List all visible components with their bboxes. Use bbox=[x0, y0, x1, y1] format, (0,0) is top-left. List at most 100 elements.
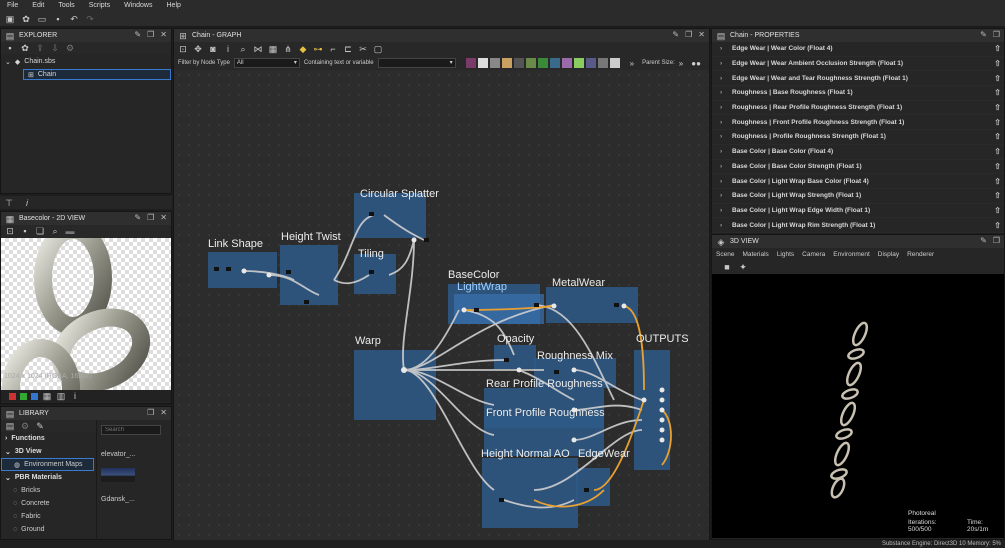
float-icon[interactable]: ❐ bbox=[147, 30, 154, 39]
library-category[interactable]: › Functions bbox=[1, 432, 96, 445]
view3d-menu-environment[interactable]: Environment bbox=[833, 251, 870, 258]
new-folder-icon[interactable]: ▤ bbox=[5, 421, 15, 431]
svg-filter-icon[interactable] bbox=[501, 58, 512, 68]
expose-icon[interactable]: ⇧ bbox=[994, 221, 1001, 230]
search-icon[interactable]: ⌕ bbox=[238, 44, 248, 54]
menu-help[interactable]: Help bbox=[167, 2, 181, 9]
menu-tools[interactable]: Tools bbox=[58, 2, 74, 9]
chevron-down-icon[interactable]: ⌄ bbox=[5, 58, 11, 66]
connect-icon[interactable]: ⊶ bbox=[313, 44, 323, 54]
frame-label-height-twist[interactable]: Height Twist bbox=[281, 231, 341, 243]
open-folder-icon[interactable]: ▭ bbox=[37, 14, 47, 24]
property-row[interactable]: › Base Color | Light Wrap Rim Strength (F… bbox=[712, 218, 1004, 233]
close-icon[interactable]: ✕ bbox=[160, 30, 167, 39]
copy-icon[interactable]: ❏ bbox=[35, 226, 45, 236]
new-substance-icon[interactable]: ✿ bbox=[21, 14, 31, 24]
view3d-menu-renderer[interactable]: Renderer bbox=[907, 251, 934, 258]
expose-icon[interactable]: ⇧ bbox=[994, 191, 1001, 200]
filter-select[interactable]: All ▾ bbox=[233, 58, 300, 68]
pin-icon[interactable]: ✎ bbox=[980, 30, 987, 39]
export-icon[interactable]: ⇩ bbox=[50, 43, 60, 53]
frame-icon[interactable]: ⊡ bbox=[178, 44, 188, 54]
camera-icon[interactable]: ■ bbox=[722, 262, 732, 272]
view3d-menu-scene[interactable]: Scene bbox=[716, 251, 734, 258]
red-channel-icon[interactable] bbox=[9, 392, 16, 400]
view3d-menu-materials[interactable]: Materials bbox=[742, 251, 768, 258]
gradient-filter-icon[interactable] bbox=[537, 58, 548, 68]
pin-icon[interactable]: ✎ bbox=[672, 30, 679, 39]
expose-icon[interactable]: ⇧ bbox=[994, 59, 1001, 68]
package-row[interactable]: ⌄ ◆ Chain.sbs bbox=[1, 56, 171, 67]
property-row[interactable]: › Base Color | Base Color (Float 4) ⇧ bbox=[712, 145, 1004, 160]
info-icon[interactable]: i bbox=[22, 198, 32, 208]
menu-scripts[interactable]: Scripts bbox=[89, 2, 110, 9]
text-filter-input[interactable]: ▾ bbox=[377, 58, 456, 68]
view3d-menu-camera[interactable]: Camera bbox=[802, 251, 825, 258]
more-icon[interactable]: » bbox=[679, 59, 683, 68]
output-filter-icon[interactable] bbox=[609, 58, 620, 68]
shape-filter-icon[interactable] bbox=[585, 58, 596, 68]
frame-label-rear-profile[interactable]: Rear Profile Roughness bbox=[486, 378, 603, 390]
histogram-icon[interactable]: ▥ bbox=[56, 391, 66, 401]
float-icon[interactable]: ❐ bbox=[993, 236, 1000, 245]
expose-icon[interactable]: ⇧ bbox=[994, 74, 1001, 83]
expose-icon[interactable]: ⇧ bbox=[994, 44, 1001, 53]
settings-icon[interactable]: ⚙ bbox=[20, 421, 30, 431]
view2d-canvas[interactable]: 1024 x 1024 (RGBA, 16bpc) bbox=[1, 238, 171, 390]
pixel-filter-icon[interactable] bbox=[525, 58, 536, 68]
light-icon[interactable]: ✦ bbox=[738, 262, 748, 272]
expose-icon[interactable]: ⇧ bbox=[994, 118, 1001, 127]
filter-icon[interactable]: ⊤ bbox=[4, 198, 14, 208]
frame-label-front-profile[interactable]: Front Profile Roughness bbox=[486, 407, 605, 419]
grid-icon[interactable]: ▦ bbox=[268, 44, 278, 54]
frame-label-basecolor[interactable]: BaseColor bbox=[448, 269, 499, 281]
library-item-environment-maps[interactable]: ◍ Environment Maps bbox=[1, 458, 94, 471]
float-icon[interactable]: ❐ bbox=[993, 30, 1000, 39]
expose-icon[interactable]: ⇧ bbox=[994, 103, 1001, 112]
display-icon[interactable]: ▢ bbox=[373, 44, 383, 54]
save-icon[interactable]: ▪ bbox=[53, 14, 63, 24]
property-row[interactable]: › Roughness | Base Roughness (Float 1) ⇧ bbox=[712, 86, 1004, 101]
new-package-icon[interactable]: ▣ bbox=[5, 14, 15, 24]
grid-icon[interactable]: ▦ bbox=[42, 391, 52, 401]
blend-filter-icon[interactable] bbox=[561, 58, 572, 68]
expose-icon[interactable]: ⇧ bbox=[994, 206, 1001, 215]
frame-label-outputs[interactable]: OUTPUTS bbox=[636, 333, 689, 345]
undo-icon[interactable]: ↶ bbox=[69, 14, 79, 24]
property-row[interactable]: › Base Color | Base Color Strength (Float… bbox=[712, 160, 1004, 175]
frame-label-link-shape[interactable]: Link Shape bbox=[208, 238, 263, 250]
frame-label-height-normal-ao[interactable]: Height Normal AO bbox=[481, 448, 570, 460]
property-row[interactable]: › Edge Wear | Wear Ambient Occlusion Stre… bbox=[712, 57, 1004, 72]
expose-icon[interactable]: ⇧ bbox=[994, 147, 1001, 156]
library-item[interactable]: ◌ Ground bbox=[1, 523, 96, 536]
frame-label-roughness-mix[interactable]: Roughness Mix bbox=[537, 350, 613, 362]
library-category[interactable]: ⌄ PBR Materials bbox=[1, 471, 96, 484]
float-icon[interactable]: ❐ bbox=[147, 213, 154, 222]
link-icon[interactable]: ⋈ bbox=[253, 44, 263, 54]
thumb-label[interactable]: Gdansk_... bbox=[101, 496, 167, 503]
float-icon[interactable]: ❐ bbox=[147, 408, 154, 417]
move-icon[interactable]: ✥ bbox=[193, 44, 203, 54]
frame-label-tiling[interactable]: Tiling bbox=[358, 248, 384, 260]
float-icon[interactable]: ❐ bbox=[685, 30, 692, 39]
library-item[interactable]: ◌ Fabric bbox=[1, 510, 96, 523]
menu-edit[interactable]: Edit bbox=[32, 2, 44, 9]
property-row[interactable]: › Base Color | Light Wrap Base Color (Flo… bbox=[712, 174, 1004, 189]
property-row[interactable]: › Base Color | Light Wrap Strength (Float… bbox=[712, 189, 1004, 204]
close-icon[interactable]: ✕ bbox=[160, 408, 167, 417]
property-row[interactable]: › Roughness | Rear Profile Roughness Stre… bbox=[712, 101, 1004, 116]
tile-filter-icon[interactable] bbox=[549, 58, 560, 68]
menu-windows[interactable]: Windows bbox=[124, 2, 152, 9]
property-row[interactable]: › Edge Wear | Wear Color (Float 4) ⇧ bbox=[712, 42, 1004, 57]
camera-icon[interactable]: ◙ bbox=[208, 44, 218, 54]
atomic-filter-icon[interactable] bbox=[465, 58, 476, 68]
share-icon[interactable]: ⋔ bbox=[283, 44, 293, 54]
graph-canvas[interactable]: Link Shape Height Twist Circular Splatte… bbox=[174, 70, 709, 540]
save-image-icon[interactable]: ▪ bbox=[20, 226, 30, 236]
close-icon[interactable]: ✕ bbox=[698, 30, 705, 39]
zoom-icon[interactable]: ⌕ bbox=[50, 226, 60, 236]
edit-icon[interactable]: ✎ bbox=[35, 421, 45, 431]
frame-label-edgewear[interactable]: EdgeWear bbox=[578, 448, 630, 460]
library-category[interactable]: ⌄ 3D View bbox=[1, 445, 96, 458]
publish-icon[interactable]: ✿ bbox=[20, 43, 30, 53]
